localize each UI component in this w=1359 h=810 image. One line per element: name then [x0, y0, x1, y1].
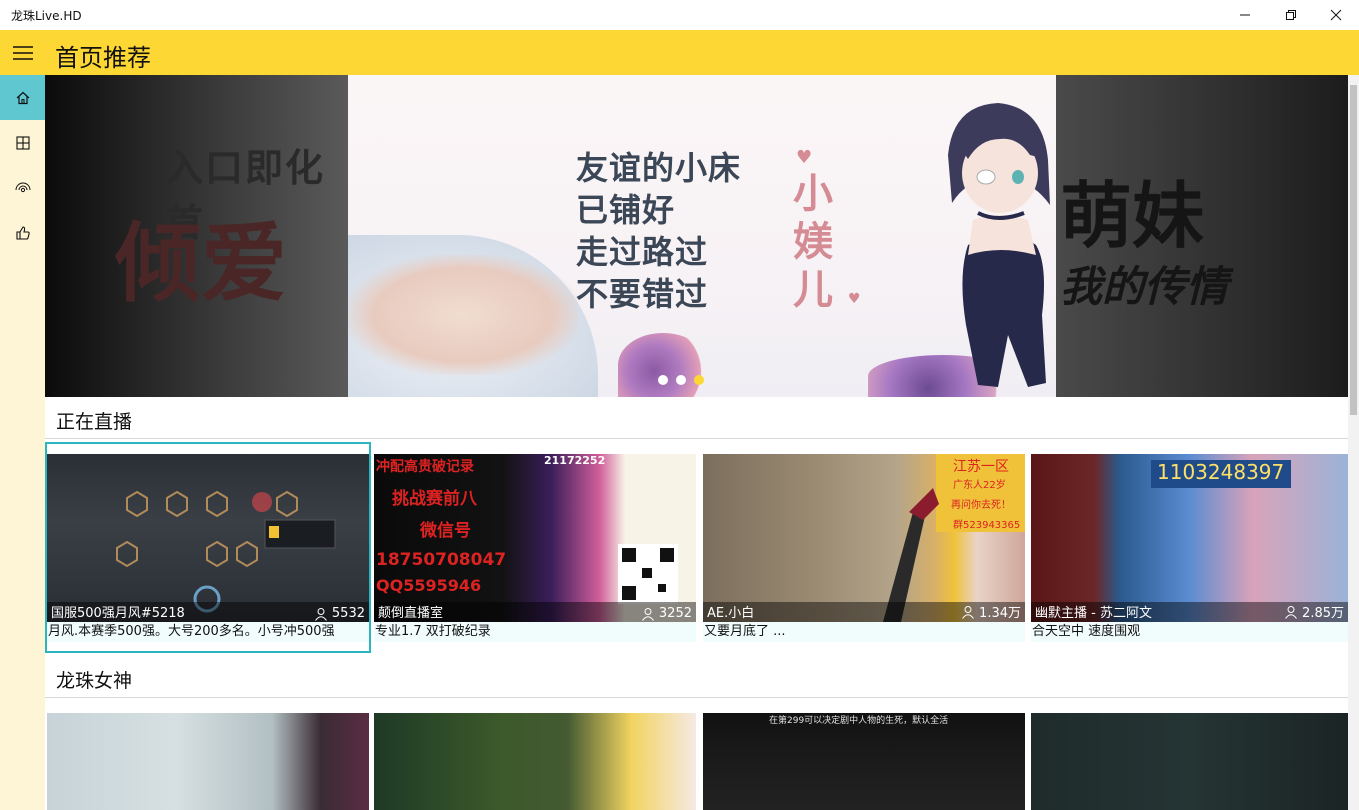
streamer-name: 国服500强月风#5218	[51, 606, 185, 621]
section-divider	[45, 697, 1348, 698]
banner-slide-next[interactable]: 萌妹 我的传情	[1056, 75, 1348, 397]
thumbnail-text: 在第299可以决定剧中人物的生死，默认全活	[769, 716, 949, 726]
app-title: 龙珠Live.HD	[11, 9, 82, 23]
stream-card[interactable]: 国服500强月风#5218 5532 月风.本赛季500强。大号200多名。小号…	[45, 442, 371, 653]
banner-streamer-name: 小媄儿	[793, 171, 833, 313]
viewer-count-value: 2.85万	[1302, 606, 1344, 621]
qr-code-image	[618, 544, 678, 604]
heart-icon: ♥	[848, 291, 861, 307]
minimize-button[interactable]	[1222, 0, 1268, 30]
stream-description: 月风.本赛季500强。大号200多名。小号冲500强	[47, 622, 369, 642]
menu-toggle-button[interactable]	[0, 30, 45, 75]
stream-card[interactable]	[1031, 713, 1348, 810]
stream-thumbnail: 江苏一区 广东人22岁 再问你去死！ 群523943365 AE.小白 1.34…	[703, 454, 1025, 622]
stream-description: 专业1.7 双打破纪录	[374, 622, 696, 642]
close-button[interactable]	[1313, 0, 1359, 30]
banner-carousel[interactable]: 入口即化首 倾爱 友谊的小床 已铺好 走过路过 不要错过 小媄儿 ♥ ♥ 萌妹 …	[45, 75, 1348, 397]
thumbnail-text: 江苏一区	[953, 459, 1009, 475]
streamer-name: 幽默主播 - 苏二阿文	[1035, 606, 1152, 621]
thumbnail-text: 1103248397	[1157, 460, 1285, 484]
streamer-name: 颠倒直播室	[378, 606, 444, 621]
thumbnail-text: QQ5595946	[376, 576, 482, 595]
banner-flower-decoration	[618, 333, 708, 397]
stream-description: 合天空中 速度围观	[1031, 622, 1348, 642]
nav-item-live[interactable]	[0, 165, 45, 210]
heart-icon: ♥	[796, 147, 813, 168]
banner-slide-prev[interactable]: 入口即化首 倾爱	[45, 75, 348, 397]
stream-card[interactable]: 在第299可以决定剧中人物的生死，默认全活	[703, 713, 1025, 810]
viewer-count: 5532	[314, 606, 365, 621]
banner-slogan-line: 已铺好	[576, 191, 676, 229]
carousel-indicator	[658, 375, 704, 385]
thumbnail-text: 挑战赛前八	[392, 489, 477, 509]
stream-thumbnail	[374, 713, 696, 810]
stream-thumbnail: 国服500强月风#5218 5532	[47, 454, 369, 622]
viewers-icon	[962, 605, 974, 619]
weapon-image	[883, 488, 939, 622]
stream-thumbnail	[1031, 713, 1348, 810]
viewer-count: 1.34万	[961, 602, 1021, 621]
banner-left-text-2: 倾爱	[115, 214, 287, 314]
restore-icon	[1286, 10, 1296, 20]
stream-card[interactable]	[374, 713, 696, 810]
stream-card[interactable]: 1103248397 幽默主播 - 苏二阿文 2.85万 合天空中 速度围观	[1031, 454, 1348, 642]
carousel-dot-active[interactable]	[694, 375, 704, 385]
stream-card[interactable]	[47, 713, 369, 810]
thumbnail-text: 冲配高贵破记录	[376, 459, 474, 475]
vertical-scrollbar[interactable]	[1348, 75, 1359, 810]
thumbnail-text: 18750708047	[376, 550, 507, 570]
section-divider	[45, 438, 1348, 439]
viewer-count-value: 3252	[658, 606, 692, 621]
section-title-goddess: 龙珠女神	[56, 670, 133, 692]
viewers-icon	[642, 607, 654, 621]
title-bar: 龙珠Live.HD	[0, 0, 1359, 30]
thumbnail-text: 21172252	[544, 454, 606, 467]
thumbnail-text: 微信号	[420, 521, 471, 541]
viewer-count: 2.85万	[1284, 602, 1344, 621]
banner-slogan-line: 走过路过	[576, 233, 709, 271]
hamburger-icon	[12, 45, 33, 60]
stream-card[interactable]: 冲配高贵破记录 21172252 挑战赛前八 微信号 18750708047 Q…	[374, 454, 696, 642]
viewers-icon	[315, 607, 327, 621]
banner-slogan-line: 不要错过	[576, 275, 709, 313]
sidebar-nav	[0, 75, 45, 810]
banner-right-text-2: 我的传情	[1060, 262, 1229, 311]
stream-card[interactable]: 江苏一区 广东人22岁 再问你去死！ 群523943365 AE.小白 1.34…	[703, 454, 1025, 642]
section-title-live: 正在直播	[56, 411, 133, 433]
stream-thumbnail: 1103248397 幽默主播 - 苏二阿文 2.85万	[1031, 454, 1348, 622]
banner-slogan: 友谊的小床 已铺好 走过路过 不要错过	[576, 147, 741, 315]
stream-thumbnail	[47, 713, 369, 810]
banner-slide-current[interactable]: 友谊的小床 已铺好 走过路过 不要错过 小媄儿 ♥ ♥	[348, 75, 1056, 397]
nav-item-categories[interactable]	[0, 120, 45, 165]
nav-item-home[interactable]	[0, 75, 45, 120]
viewer-count-value: 5532	[331, 606, 365, 621]
thumbs-up-icon	[15, 225, 30, 240]
streamer-name: AE.小白	[707, 606, 755, 621]
stream-description: 又要月底了 ...	[703, 622, 1025, 642]
nav-item-recommend[interactable]	[0, 210, 45, 255]
carousel-dot[interactable]	[676, 375, 686, 385]
viewer-count-value: 1.34万	[979, 606, 1021, 621]
viewer-count: 3252	[641, 606, 692, 621]
grid-icon	[15, 135, 30, 150]
game-screenshot	[116, 490, 336, 613]
stream-thumbnail: 在第299可以决定剧中人物的生死，默认全活	[703, 713, 1025, 810]
thumbnail-text: 群523943365	[953, 520, 1021, 531]
minimize-icon	[1240, 14, 1250, 16]
carousel-dot[interactable]	[658, 375, 668, 385]
banner-slogan-line: 友谊的小床	[576, 149, 742, 187]
stream-thumbnail: 冲配高贵破记录 21172252 挑战赛前八 微信号 18750708047 Q…	[374, 454, 696, 622]
home-icon	[16, 91, 29, 104]
restore-button[interactable]	[1268, 0, 1314, 30]
close-icon	[1330, 9, 1342, 21]
app-header: 首页推荐	[0, 30, 1359, 75]
banner-baby-image	[348, 255, 578, 375]
page-title: 首页推荐	[55, 44, 151, 72]
broadcast-icon	[15, 182, 30, 192]
scrollbar-thumb[interactable]	[1350, 85, 1357, 415]
viewers-icon	[1285, 605, 1297, 619]
banner-anime-character	[948, 103, 1050, 387]
banner-right-text-1: 萌妹	[1060, 174, 1205, 258]
